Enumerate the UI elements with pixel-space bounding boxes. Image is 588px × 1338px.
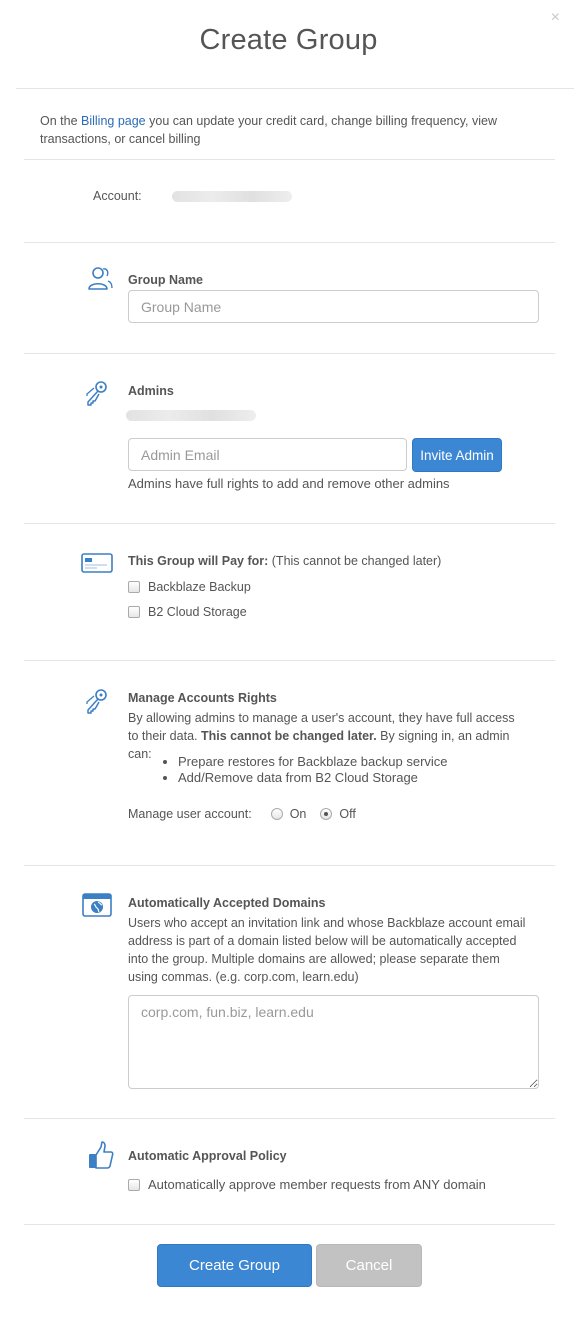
- domains-heading: Automatically Accepted Domains: [128, 896, 326, 910]
- globe-window-icon: [82, 893, 112, 917]
- keys-icon: [86, 381, 107, 406]
- domains-textarea[interactable]: [128, 995, 539, 1089]
- divider: [24, 660, 555, 661]
- b2-cloud-storage-checkbox[interactable]: [128, 606, 140, 618]
- domains-description: Users who accept an invitation link and …: [128, 916, 526, 984]
- users-icon: [88, 267, 113, 290]
- divider: [24, 1224, 555, 1225]
- pay-for-note: (This cannot be changed later): [268, 554, 442, 568]
- group-name-heading: Group Name: [128, 273, 204, 287]
- create-group-button[interactable]: Create Group: [157, 1244, 312, 1287]
- list-item: Add/Remove data from B2 Cloud Storage: [178, 770, 448, 786]
- manage-off-label[interactable]: Off: [339, 807, 355, 821]
- account-email-redacted: [172, 191, 292, 202]
- divider: [24, 242, 555, 243]
- pay-for-heading-bold: This Group will Pay for:: [128, 554, 269, 568]
- auto-approve-label: Automatically approve member requests fr…: [148, 1177, 486, 1192]
- group-name-input[interactable]: [128, 290, 539, 323]
- backblaze-backup-option[interactable]: Backblaze Backup: [128, 580, 251, 594]
- auto-approve-option[interactable]: Automatically approve member requests fr…: [128, 1177, 486, 1192]
- manage-off-radio[interactable]: [320, 808, 333, 820]
- billing-prefix: On the: [40, 114, 81, 128]
- pay-for-heading: This Group will Pay for: (This cannot be…: [128, 554, 441, 568]
- manage-rights-warning: This cannot be changed later.: [200, 729, 377, 743]
- billing-notice: On the Billing page you can update your …: [40, 112, 540, 148]
- invite-admin-button[interactable]: Invite Admin: [412, 438, 502, 472]
- approval-heading: Automatic Approval Policy: [128, 1149, 287, 1163]
- auto-approve-checkbox[interactable]: [128, 1178, 140, 1191]
- divider: [24, 159, 555, 160]
- b2-cloud-storage-label: B2 Cloud Storage: [148, 605, 247, 619]
- billing-page-link[interactable]: Billing page: [81, 114, 146, 128]
- keys-icon: [86, 689, 107, 714]
- divider: [24, 1118, 555, 1119]
- divider: [24, 353, 555, 354]
- account-label: Account:: [93, 189, 142, 203]
- thumbs-up-icon: [89, 1141, 114, 1169]
- backblaze-backup-label: Backblaze Backup: [148, 580, 251, 594]
- manage-on-label[interactable]: On: [290, 807, 307, 821]
- manage-rights-heading: Manage Accounts Rights: [128, 691, 277, 705]
- backblaze-backup-checkbox[interactable]: [128, 581, 140, 593]
- manage-on-radio[interactable]: [270, 808, 283, 820]
- credit-card-icon: [81, 553, 113, 573]
- list-item: Prepare restores for Backblaze backup se…: [178, 754, 448, 770]
- divider: [24, 523, 555, 524]
- cancel-button[interactable]: Cancel: [316, 1244, 422, 1287]
- manage-rights-list: Prepare restores for Backblaze backup se…: [160, 754, 448, 786]
- b2-cloud-storage-option[interactable]: B2 Cloud Storage: [128, 605, 247, 619]
- dialog-title: Create Group: [199, 24, 378, 56]
- manage-user-account-row: Manage user account: On Off: [128, 807, 356, 821]
- divider: [24, 865, 555, 866]
- admin-email-input[interactable]: [128, 438, 407, 471]
- admins-heading: Admins: [128, 384, 174, 398]
- admin-email-redacted: [126, 410, 256, 421]
- header-divider: [16, 88, 574, 89]
- manage-user-account-label: Manage user account:: [128, 807, 252, 821]
- admins-help-text: Admins have full rights to add and remov…: [128, 476, 450, 491]
